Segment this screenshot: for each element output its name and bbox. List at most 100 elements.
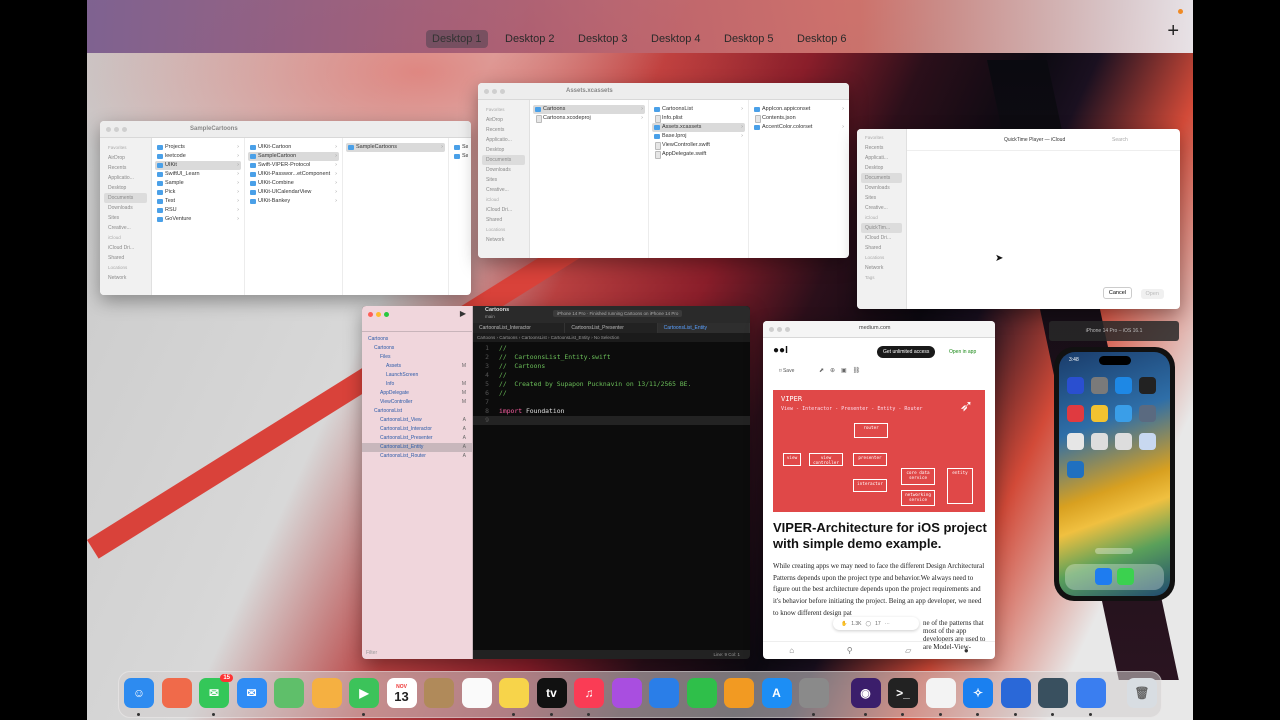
safari-icon[interactable]: ✧ (963, 678, 993, 708)
xcode-window[interactable]: ▶ Cartoons Cartoons Files Assets M LaunchScre… (362, 306, 750, 659)
space-desktop-2[interactable]: Desktop 2 (499, 30, 561, 48)
sidebar-item[interactable]: Documents (861, 173, 902, 183)
app-store-icon[interactable]: A (761, 678, 792, 708)
navigator-item[interactable]: CartoonsList_Interactor A (362, 425, 472, 434)
app-icon[interactable] (1091, 377, 1108, 394)
safari-icon[interactable] (1095, 568, 1112, 585)
sidebar-item[interactable]: QuickTim... (861, 223, 902, 233)
file-list-item[interactable]: Sa (452, 143, 468, 152)
file-list-item[interactable]: ViewController.swift (652, 141, 745, 150)
quicktime-icon[interactable] (1038, 678, 1068, 708)
home-icon[interactable]: ⌂ (789, 646, 794, 655)
sidebar-item[interactable]: Network (104, 273, 147, 283)
file-list-item[interactable]: Cartoons.xcodeproj (533, 114, 645, 123)
sidebar-item[interactable]: Downloads (482, 165, 525, 175)
file-list-item[interactable]: Info.plist (652, 114, 745, 123)
sidebar-item[interactable]: Documents (482, 155, 525, 165)
navigator-item[interactable]: CartoonsList_View A (362, 416, 472, 425)
editor-tab[interactable]: CartoonsList_Entity (657, 323, 750, 333)
app-icon[interactable] (1115, 433, 1132, 450)
app-icon[interactable] (1067, 405, 1084, 422)
space-desktop-5[interactable]: Desktop 5 (718, 30, 780, 48)
photos-icon[interactable] (311, 678, 342, 708)
file-list-item[interactable]: SwiftUI_Learn (155, 170, 241, 179)
search-icon[interactable]: ⚲ (847, 646, 853, 655)
clap-icon[interactable]: ✋ (841, 621, 847, 627)
facetime-icon[interactable]: ▶ (349, 678, 379, 708)
file-list-item[interactable]: CartoonsList (652, 105, 745, 114)
music-icon[interactable]: ♫ (574, 678, 604, 708)
search-field[interactable]: Search (1112, 137, 1128, 143)
file-list-item[interactable]: Sample (155, 179, 241, 188)
navigator-item[interactable]: LaunchScreen (362, 371, 472, 380)
maps-icon[interactable] (274, 678, 304, 708)
window-controls[interactable] (769, 327, 790, 332)
sidebar-item[interactable]: Tags (861, 273, 902, 283)
file-list-item[interactable]: Base.lproj (652, 132, 745, 141)
keynote-icon[interactable] (649, 678, 679, 708)
file-list-item[interactable]: UIKit-Passwor...etComponent (248, 170, 339, 179)
file-list-item[interactable]: Projects (155, 143, 241, 152)
filter-field[interactable]: Filter (366, 650, 377, 656)
sidebar-item[interactable]: Shared (104, 253, 147, 263)
editor-tab[interactable]: CartoonsList_Interactor (473, 323, 566, 333)
open-in-app-link[interactable]: Open in app (949, 349, 976, 355)
numbers-icon[interactable] (686, 678, 717, 708)
mail-icon[interactable]: ✉ (236, 678, 267, 708)
notes-icon[interactable] (499, 678, 529, 708)
sidebar-item[interactable]: Documents (104, 193, 147, 203)
sidebar-item[interactable]: Applicatio... (482, 135, 525, 145)
search-pill[interactable] (1095, 548, 1133, 554)
window-controls[interactable] (484, 89, 505, 94)
navigator-item[interactable]: Cartoons (362, 344, 472, 353)
xcode-icon[interactable] (1000, 678, 1031, 708)
iphone-home-screen[interactable]: 3:48 (1059, 352, 1170, 596)
reminders-icon[interactable] (461, 678, 492, 708)
profile-avatar[interactable]: ● (964, 646, 969, 655)
file-list-item[interactable]: UIKit (155, 161, 241, 170)
space-desktop-4[interactable]: Desktop 4 (645, 30, 707, 48)
file-list-item[interactable]: Assets.xcassets (652, 123, 745, 132)
source-code[interactable]: 1 // 2 // CartoonsList_Entity.swift 3 // Cart… (473, 342, 750, 425)
finder-icon[interactable]: ☺ (124, 678, 154, 708)
window-controls[interactable] (106, 127, 127, 132)
sidebar-item[interactable]: Favorites (861, 133, 902, 143)
breadcrumb-item[interactable]: CartoonsList (522, 335, 547, 340)
sidebar-item[interactable]: Downloads (861, 183, 902, 193)
comment-icon[interactable]: ◯ (866, 621, 872, 627)
sidebar-item[interactable]: Sites (104, 213, 147, 223)
navigator-item[interactable]: Info M (362, 380, 472, 389)
file-list-item[interactable]: SampleCartoon (248, 152, 339, 161)
space-desktop-6[interactable]: Desktop 6 (791, 30, 853, 48)
file-list-item[interactable]: Contents.json (752, 114, 846, 123)
medium-logo-icon[interactable]: ●●I (773, 345, 788, 356)
cancel-button[interactable]: Cancel (1102, 287, 1132, 299)
navigator-item[interactable]: ViewController M (362, 398, 472, 407)
file-list-item[interactable]: UIKit-UICalendarView (248, 188, 339, 197)
sidebar-item[interactable]: iCloud Dri... (104, 243, 147, 253)
breadcrumb-item[interactable]: Cartoons (499, 335, 517, 340)
space-desktop-3[interactable]: Desktop 3 (572, 30, 634, 48)
sidebar-item[interactable]: Downloads (104, 203, 147, 213)
sidebar-item[interactable]: iCloud (104, 233, 147, 243)
app-icon[interactable] (1067, 461, 1084, 478)
messages-icon[interactable] (1117, 568, 1134, 585)
navigator-item[interactable]: CartoonsList_Entity A (362, 443, 472, 452)
navigator-tabs[interactable] (362, 323, 472, 332)
sidebar-item[interactable]: Creative... (482, 185, 525, 195)
file-list-item[interactable]: SampleCartoons (346, 143, 445, 152)
sidebar-item[interactable]: iCloud Dri... (482, 205, 525, 215)
app-icon[interactable] (1139, 405, 1156, 422)
navigator-item[interactable]: CartoonsList (362, 407, 472, 416)
messages-icon[interactable]: ✉ 15 (199, 674, 233, 708)
sidebar-item[interactable]: Shared (861, 243, 902, 253)
app-icon[interactable] (1091, 405, 1108, 422)
address-bar[interactable]: medium.com (859, 325, 890, 331)
bookmarks-icon[interactable]: ▱ (905, 646, 911, 655)
sidebar-item[interactable]: Locations (482, 225, 525, 235)
add-space-button[interactable]: + (1167, 21, 1179, 41)
sidebar-item[interactable]: Sites (482, 175, 525, 185)
pages-icon[interactable] (724, 678, 754, 708)
sidebar-item[interactable]: Desktop (861, 163, 902, 173)
share-icons[interactable]: ⬈⊕▣⛓ (819, 367, 866, 374)
